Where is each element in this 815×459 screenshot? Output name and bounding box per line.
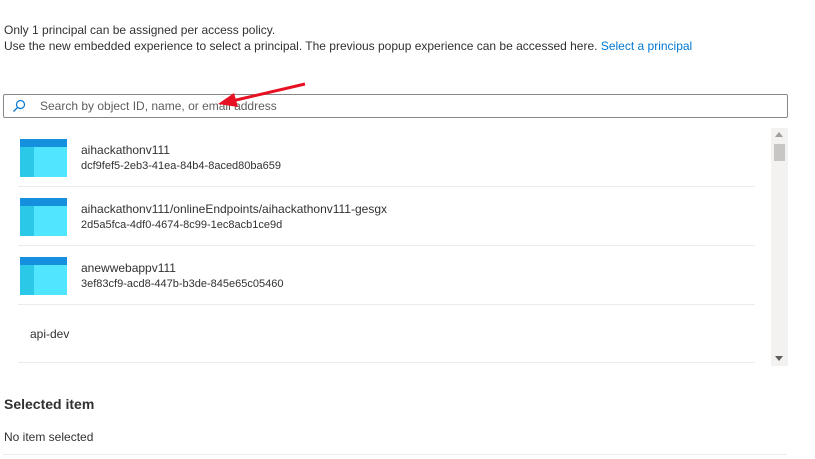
- scroll-up-icon[interactable]: [775, 132, 783, 137]
- item-name: api-dev: [30, 327, 70, 341]
- scroll-thumb[interactable]: [774, 144, 785, 161]
- app-registration-icon: [20, 198, 67, 236]
- item-name: aihackathonv111: [81, 143, 170, 157]
- item-object-id: 2d5a5fca-4df0-4674-8c99-1ec8acb1ce9d: [81, 219, 283, 231]
- search-input[interactable]: [40, 97, 770, 115]
- item-object-id: dcf9fef5-2eb3-41ea-84b4-8aced80ba659: [81, 160, 281, 172]
- info-line-2: Use the new embedded experience to selec…: [4, 38, 692, 54]
- list-item[interactable]: api-dev: [18, 305, 755, 363]
- item-name: aihackathonv111/onlineEndpoints/aihackat…: [81, 202, 387, 216]
- scroll-down-icon[interactable]: [775, 356, 783, 361]
- info-line-2-text: Use the new embedded experience to selec…: [4, 39, 598, 53]
- list-item[interactable]: aihackathonv111 dcf9fef5-2eb3-41ea-84b4-…: [18, 128, 755, 187]
- selected-item-empty-text: No item selected: [4, 430, 94, 444]
- search-box[interactable]: [3, 94, 788, 118]
- item-name: anewwebappv111: [81, 261, 176, 275]
- info-line-1: Only 1 principal can be assigned per acc…: [4, 23, 276, 37]
- list-scrollbar[interactable]: [771, 128, 788, 366]
- select-principal-link[interactable]: Select a principal: [601, 39, 692, 53]
- list-item[interactable]: aihackathonv111/onlineEndpoints/aihackat…: [18, 187, 755, 246]
- app-registration-icon: [20, 257, 67, 295]
- principal-list[interactable]: aihackathonv111 dcf9fef5-2eb3-41ea-84b4-…: [18, 128, 783, 366]
- list-item[interactable]: anewwebappv111 3ef83cf9-acd8-447b-b3de-8…: [18, 246, 755, 305]
- info-text: Only 1 principal can be assigned per acc…: [4, 22, 692, 54]
- search-icon: [13, 99, 26, 112]
- item-object-id: 3ef83cf9-acd8-447b-b3de-845e65c05460: [81, 278, 284, 290]
- divider: [3, 454, 787, 455]
- selected-item-heading: Selected item: [4, 396, 95, 412]
- app-registration-icon: [20, 139, 67, 177]
